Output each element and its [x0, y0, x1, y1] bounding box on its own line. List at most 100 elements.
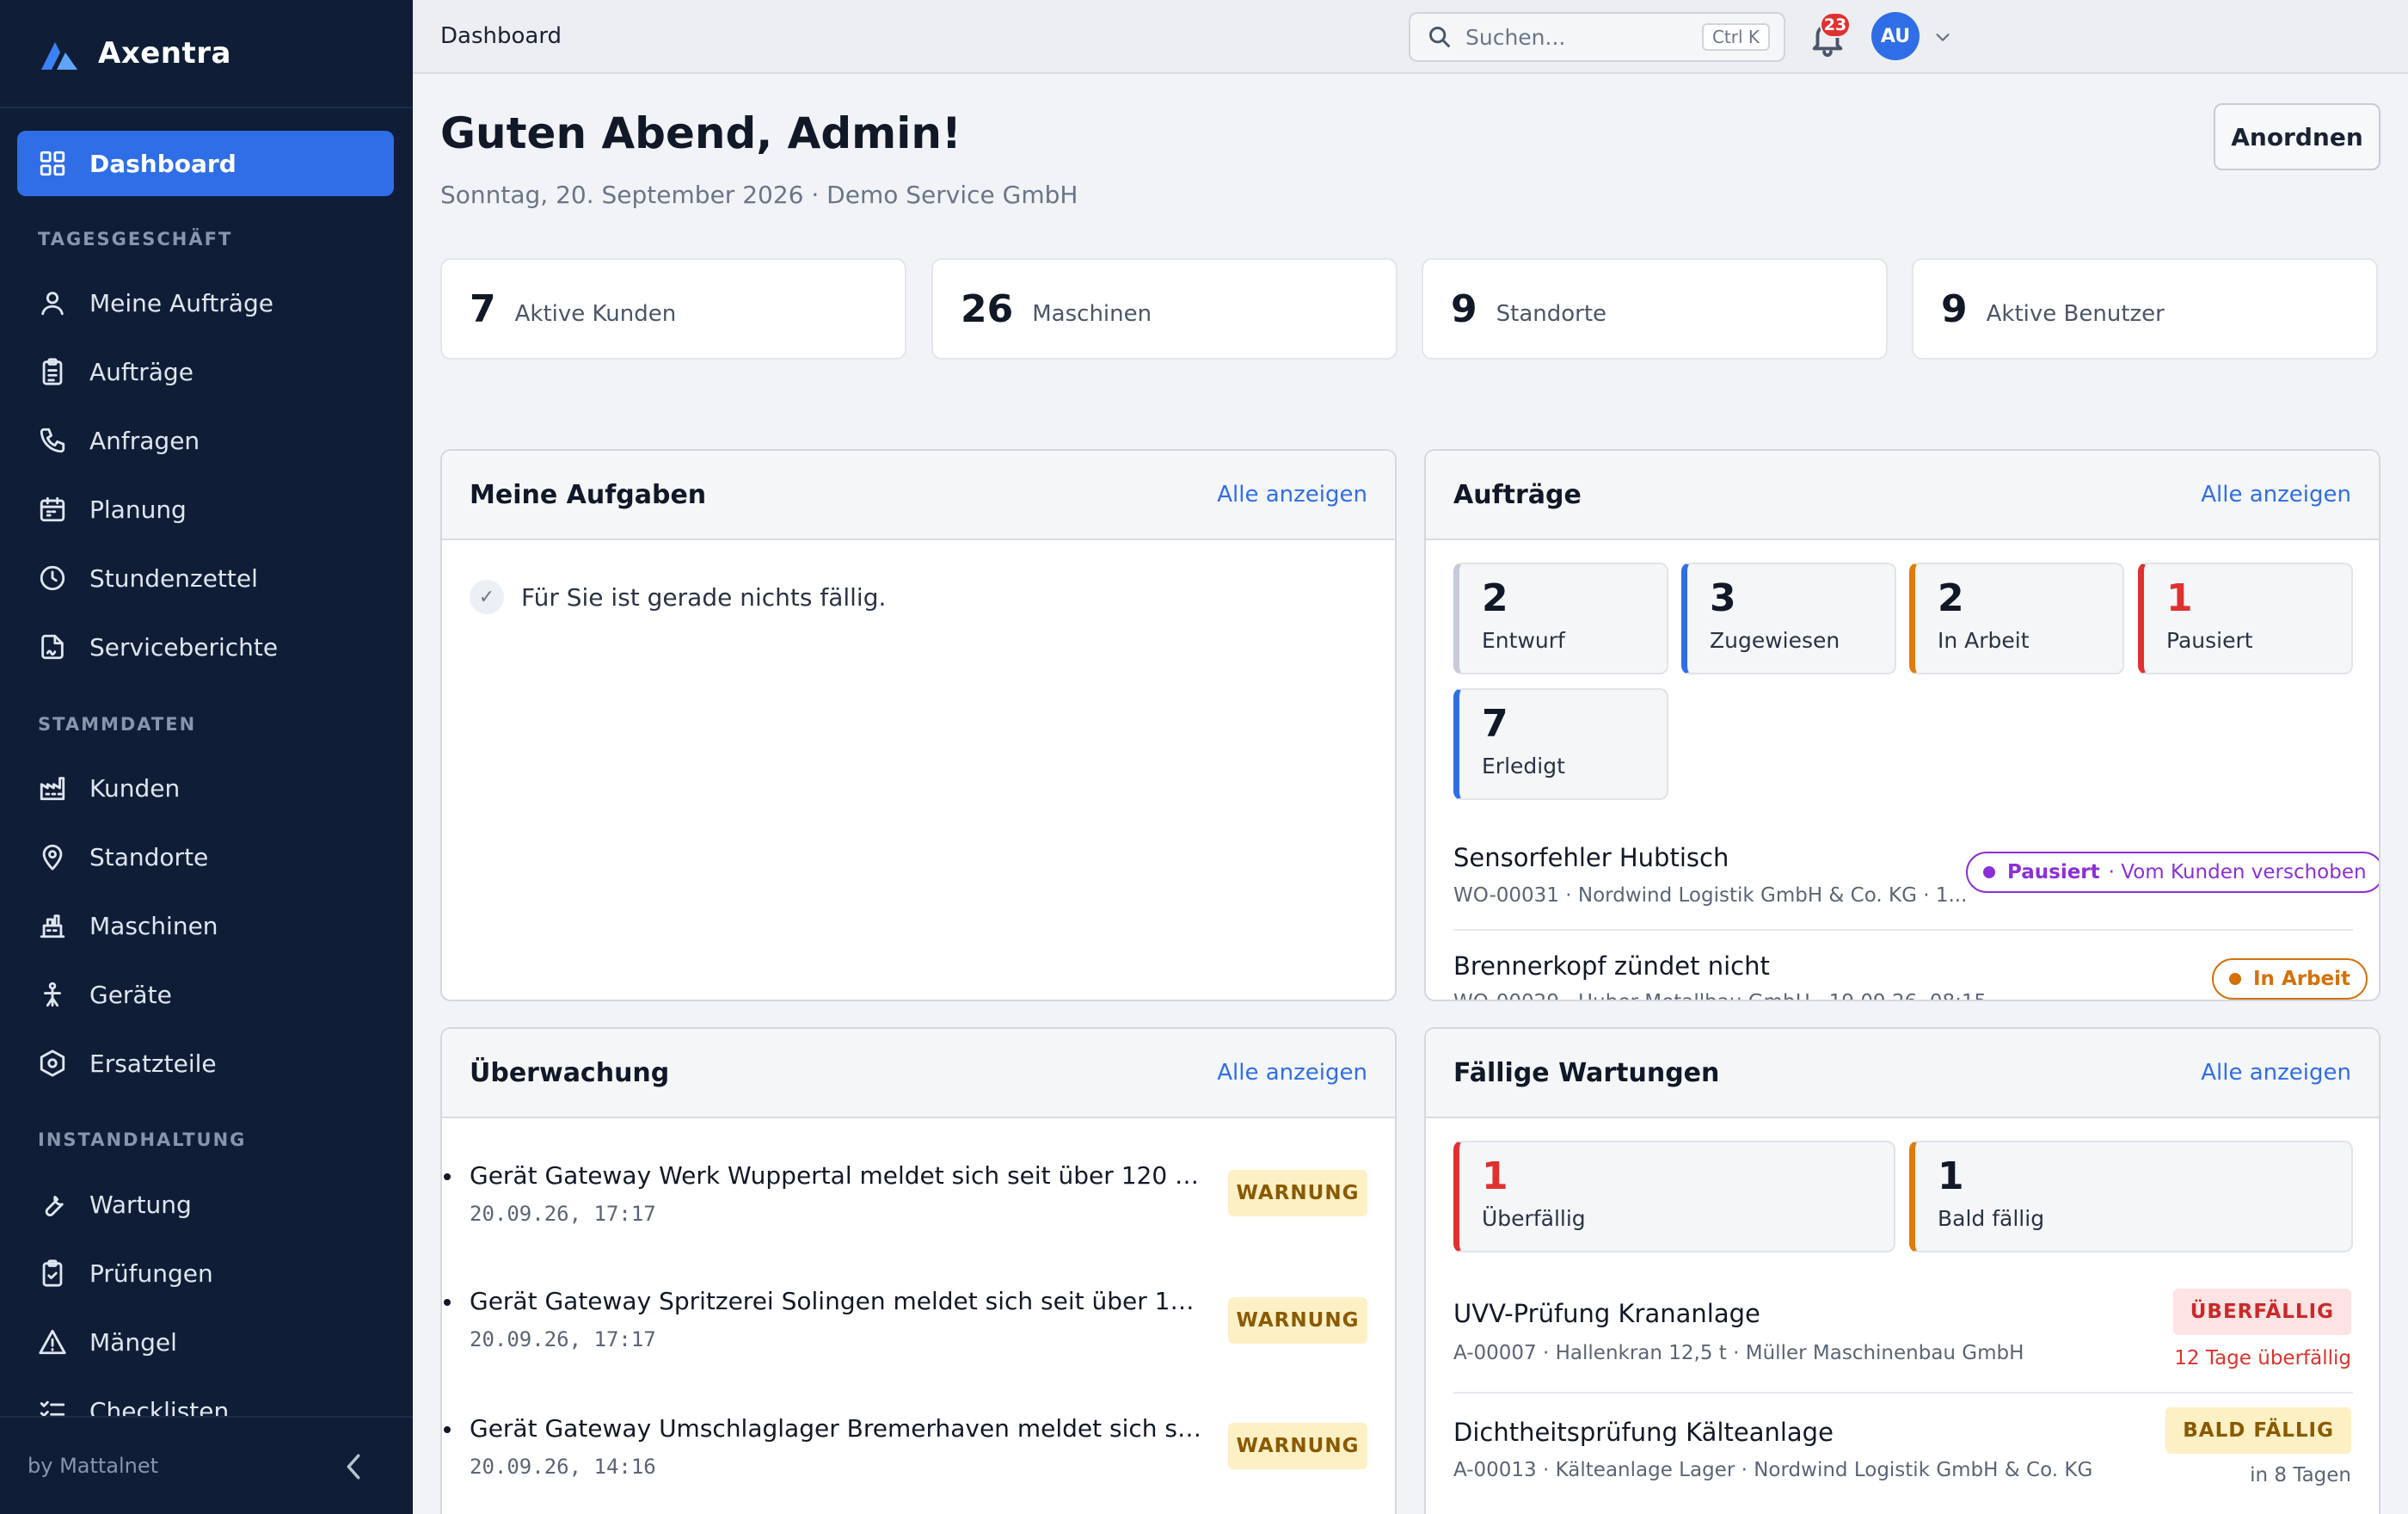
clipboard-icon: [42, 358, 63, 385]
maintenance-title[interactable]: Dichtheitsprüfung Kälteanlage: [1453, 1418, 1834, 1447]
sidebar-item-wartung[interactable]: Wartung: [38, 1179, 192, 1230]
status-badge: In Arbeit: [2212, 958, 2368, 1000]
divider: [1453, 1392, 2353, 1394]
stat-value: 3: [1710, 576, 1736, 620]
sidebar-item-auftraege[interactable]: Aufträge: [38, 346, 194, 397]
file-signature-icon: [41, 634, 64, 660]
brand[interactable]: Axentra: [0, 0, 413, 108]
order-stat-in-arbeit[interactable]: 2 In Arbeit: [1909, 563, 2124, 674]
sidebar-item-label: Mängel: [89, 1327, 177, 1357]
clipboard-check-icon: [42, 1259, 63, 1287]
sidebar-item-anfragen[interactable]: Anfragen: [38, 415, 200, 466]
stat-label: Zugewiesen: [1710, 628, 1840, 653]
sidebar-item-stundenzettel[interactable]: Stundenzettel: [38, 552, 258, 604]
order-stat-zugewiesen[interactable]: 3 Zugewiesen: [1681, 563, 1896, 674]
collapse-sidebar-icon[interactable]: [342, 1452, 365, 1481]
check-icon: ✓: [470, 580, 504, 614]
sidebar-item-label: Kunden: [89, 773, 181, 803]
status-dot: [2229, 973, 2241, 985]
grid-icon: [40, 151, 65, 176]
search-icon: [1429, 27, 1450, 47]
warning-triangle-icon: [39, 1329, 66, 1355]
avatar[interactable]: AU: [1871, 12, 1920, 60]
stat-label: Erledigt: [1482, 754, 1565, 779]
kpi-card-machines[interactable]: 26 Maschinen: [931, 258, 1398, 360]
kpi-label: Maschinen: [1032, 301, 1152, 327]
section-tagesgeschaeft: TAGESGESCHÄFT: [38, 229, 233, 249]
stat-label: Pausiert: [2166, 628, 2253, 653]
sidebar-item-dashboard[interactable]: Dashboard: [17, 131, 394, 196]
sidebar-item-ersatzteile[interactable]: Ersatzteile: [38, 1037, 217, 1089]
order-stat-entwurf[interactable]: 2 Entwurf: [1453, 563, 1668, 674]
show-all-monitoring-link[interactable]: Alle anzeigen: [1217, 1060, 1367, 1086]
page-title: Guten Abend, Admin!: [440, 108, 961, 158]
hexagon-nut-icon: [40, 1049, 65, 1077]
order-stat-pausiert[interactable]: 1 Pausiert: [2138, 563, 2353, 674]
order-subtitle: WO-00029 · Huber Metallbau GmbH · 19.09.…: [1453, 991, 1987, 1000]
alert-title: Gerät Gateway Werk Wuppertal meldet sich…: [470, 1161, 1209, 1190]
arrange-button[interactable]: Anordnen: [2214, 103, 2380, 170]
warning-badge: WARNUNG: [1228, 1423, 1367, 1469]
alert-title: Gerät Gateway Umschlaglager Bremerhaven …: [470, 1414, 1209, 1443]
kpi-label: Aktive Kunden: [514, 301, 677, 327]
show-all-orders-link[interactable]: Alle anzeigen: [2201, 482, 2351, 508]
sidebar-item-label: Anfragen: [89, 426, 200, 455]
sidebar-item-standorte[interactable]: Standorte: [38, 831, 208, 883]
axentra-logo-icon: [41, 42, 77, 70]
breadcrumb: Dashboard: [440, 23, 562, 49]
stat-label: Überfällig: [1482, 1206, 1586, 1231]
sidebar-item-label: Maschinen: [89, 911, 218, 940]
sidebar-item-geraete[interactable]: Geräte: [38, 969, 172, 1020]
sidebar-item-label: Prüfungen: [89, 1259, 213, 1288]
stat-value: 2: [1938, 576, 1964, 620]
order-stat-erledigt[interactable]: 7 Erledigt: [1453, 688, 1668, 800]
monitoring-panel: Überwachung Alle anzeigen Gerät Gateway …: [440, 1027, 1397, 1514]
sidebar: Axentra Dashboard TAGESGESCHÄFT Meine Au…: [0, 0, 413, 1514]
sidebar-item-maschinen[interactable]: Maschinen: [38, 900, 218, 951]
search-input[interactable]: Suchen... Ctrl K: [1409, 12, 1785, 62]
sidebar-item-label: Geräte: [89, 980, 172, 1009]
section-instandhaltung: INSTANDHALTUNG: [38, 1129, 247, 1150]
maintenance-title[interactable]: UVV-Prüfung Krananlage: [1453, 1299, 1760, 1328]
due-note: 12 Tage überfällig: [2174, 1347, 2351, 1369]
show-all-tasks-link[interactable]: Alle anzeigen: [1217, 482, 1367, 508]
stat-label: Entwurf: [1482, 628, 1565, 653]
overdue-badge: ÜBERFÄLLIG: [2172, 1289, 2351, 1335]
stat-label: Bald fällig: [1938, 1206, 2045, 1231]
factory-icon: [40, 777, 65, 801]
order-title[interactable]: Sensorfehler Hubtisch: [1453, 843, 1729, 872]
sidebar-item-meine-auftraege[interactable]: Meine Aufträge: [38, 277, 273, 329]
calendar-icon: [40, 496, 65, 522]
kpi-value: 26: [961, 286, 1014, 331]
chevron-down-icon[interactable]: [1933, 28, 1952, 46]
empty-state: ✓ Für Sie ist gerade nichts fällig.: [470, 580, 886, 614]
sidebar-item-maengel[interactable]: Mängel: [38, 1316, 177, 1368]
sidebar-footer: by Mattalnet: [0, 1416, 413, 1514]
tasks-panel: Meine Aufgaben Alle anzeigen ✓ Für Sie i…: [440, 449, 1397, 1001]
sidebar-item-planung[interactable]: Planung: [38, 483, 187, 535]
stat-value: 7: [1482, 702, 1508, 746]
bullet: [444, 1426, 451, 1433]
section-stammdaten: STAMMDATEN: [38, 714, 197, 735]
kpi-card-locations[interactable]: 9 Standorte: [1422, 258, 1888, 360]
sidebar-item-label: Aufträge: [89, 357, 194, 386]
kpi-card-customers[interactable]: 7 Aktive Kunden: [440, 258, 906, 360]
maintenance-stat-overdue[interactable]: 1 Überfällig: [1453, 1141, 1895, 1252]
order-title[interactable]: Brennerkopf zündet nicht: [1453, 951, 1770, 981]
warning-badge: WARNUNG: [1228, 1170, 1367, 1216]
sidebar-item-kunden[interactable]: Kunden: [38, 762, 180, 814]
sidebar-item-label: Planung: [89, 495, 187, 524]
footer-credit: by Mattalnet: [28, 1454, 159, 1478]
kpi-card-users[interactable]: 9 Aktive Benutzer: [1912, 258, 2378, 360]
stat-value: 2: [1482, 576, 1508, 620]
maintenance-stat-due-soon[interactable]: 1 Bald fällig: [1909, 1141, 2353, 1252]
sidebar-item-label: Serviceberichte: [89, 632, 279, 662]
show-all-maintenance-link[interactable]: Alle anzeigen: [2201, 1060, 2351, 1086]
divider: [1453, 929, 2353, 931]
status-text: Pausiert: [2007, 861, 2100, 883]
sidebar-item-pruefungen[interactable]: Prüfungen: [38, 1247, 213, 1299]
sidebar-item-label: Stundenzettel: [89, 563, 258, 593]
wrench-icon: [45, 1196, 64, 1216]
panel-title: Fällige Wartungen: [1453, 1057, 1720, 1088]
sidebar-item-serviceberichte[interactable]: Serviceberichte: [38, 621, 278, 673]
